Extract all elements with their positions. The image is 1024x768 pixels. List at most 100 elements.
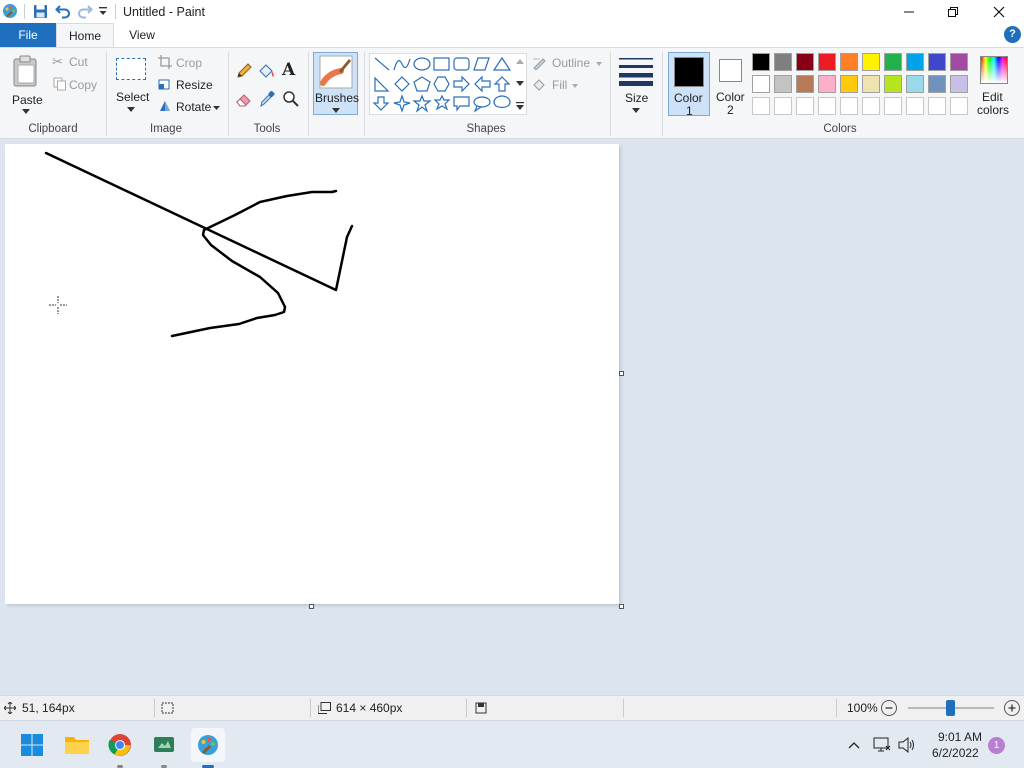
help-icon[interactable]: ? (1004, 26, 1021, 43)
palette-swatch[interactable] (884, 53, 902, 71)
plus-icon (1008, 704, 1016, 712)
edit-colors-label-line1: Edit (982, 90, 1003, 104)
resize-button[interactable]: Resize (157, 76, 213, 94)
resize-handle-right[interactable] (619, 371, 624, 376)
palette-swatch[interactable] (950, 53, 968, 71)
fill-button[interactable]: Fill (532, 76, 582, 94)
palette-swatch[interactable] (950, 75, 968, 93)
text-tool[interactable]: A (282, 60, 300, 80)
color2-button[interactable]: Color 2 (712, 52, 748, 117)
palette-swatch[interactable] (840, 75, 858, 93)
chevron-down-icon (213, 106, 220, 110)
palette-swatch[interactable] (774, 75, 792, 93)
minimize-button[interactable] (886, 0, 932, 23)
fill-tool[interactable] (258, 62, 276, 80)
palette-swatch[interactable] (752, 75, 770, 93)
cut-button[interactable]: ✂ Cut (52, 54, 96, 72)
eraser-tool[interactable] (235, 90, 253, 108)
clock-date[interactable]: 6/2/2022 (932, 746, 979, 760)
close-button[interactable] (976, 0, 1022, 23)
palette-swatch[interactable] (774, 97, 792, 115)
paste-button[interactable]: Paste (6, 51, 46, 117)
palette-swatch[interactable] (906, 53, 924, 71)
palette-swatch[interactable] (862, 53, 880, 71)
palette-swatch[interactable] (906, 97, 924, 115)
palette-swatch[interactable] (950, 97, 968, 115)
palette-swatch[interactable] (796, 75, 814, 93)
rotate-button[interactable]: Rotate (157, 98, 221, 116)
chrome-button[interactable] (103, 728, 137, 768)
resize-handle-bottom[interactable] (309, 604, 314, 609)
crop-button[interactable]: Crop (157, 54, 205, 72)
pencil-icon (237, 63, 252, 78)
palette-swatch[interactable] (840, 53, 858, 71)
maximize-button[interactable] (930, 0, 976, 23)
customize-quick-access-icon[interactable] (98, 5, 108, 17)
outline-button[interactable]: Outline (532, 54, 604, 72)
size-button[interactable]: Size (614, 52, 658, 116)
tab-file[interactable]: File (0, 23, 56, 47)
palette-swatch[interactable] (752, 97, 770, 115)
notification-badge[interactable]: 1 (988, 737, 1005, 754)
scroll-down-icon[interactable] (516, 81, 524, 86)
shapes-gallery[interactable] (369, 53, 527, 115)
palette-swatch[interactable] (862, 75, 880, 93)
start-button[interactable] (15, 728, 49, 762)
image-size-icon (318, 702, 331, 714)
copy-button[interactable]: Copy (52, 76, 100, 94)
brushes-button[interactable]: Brushes (313, 52, 359, 115)
pencil-tool[interactable] (235, 62, 253, 80)
palette-swatch[interactable] (928, 53, 946, 71)
clock-time[interactable]: 9:01 AM (938, 730, 982, 744)
volume-icon[interactable] (898, 737, 916, 753)
palette-swatch[interactable] (884, 75, 902, 93)
drawing-canvas[interactable] (5, 144, 619, 604)
palette-swatch[interactable] (774, 53, 792, 71)
palette-swatch[interactable] (818, 75, 836, 93)
paint-taskbar-button[interactable] (191, 728, 225, 768)
color-picker-tool[interactable] (258, 90, 276, 108)
divider (364, 52, 365, 136)
file-explorer-button[interactable] (60, 728, 94, 762)
color1-button[interactable]: Color 1 (668, 52, 710, 118)
redo-icon[interactable] (77, 3, 93, 19)
freehand-drawing (44, 151, 354, 338)
zoom-slider-thumb[interactable] (946, 700, 955, 716)
save-icon[interactable] (33, 4, 48, 19)
tab-home[interactable]: Home (56, 23, 114, 48)
palette-swatch[interactable] (928, 75, 946, 93)
palette-swatch[interactable] (796, 97, 814, 115)
palette-swatch[interactable] (884, 97, 902, 115)
select-button[interactable]: Select (112, 54, 150, 116)
crop-icon (158, 55, 172, 69)
brush-icon (319, 55, 353, 89)
divider (623, 699, 624, 717)
edit-colors-button[interactable]: Edit colors (974, 52, 1014, 118)
network-icon[interactable] (873, 737, 891, 753)
zoom-in-button[interactable] (1004, 700, 1020, 716)
palette-swatch[interactable] (818, 53, 836, 71)
zoom-out-button[interactable] (881, 700, 897, 716)
chevron-down-icon (127, 107, 135, 112)
tab-view[interactable]: View (114, 23, 170, 47)
palette-swatch[interactable] (796, 53, 814, 71)
palette-swatch[interactable] (752, 53, 770, 71)
magnifier-tool[interactable] (282, 90, 300, 108)
palette-swatch[interactable] (928, 97, 946, 115)
resize-handle-corner[interactable] (619, 604, 624, 609)
chevron-down-icon (572, 84, 578, 88)
size-label: Size (625, 91, 649, 105)
scroll-up-icon[interactable] (516, 59, 524, 64)
palette-swatch[interactable] (906, 75, 924, 93)
palette-swatch[interactable] (818, 97, 836, 115)
palette-swatch[interactable] (840, 97, 858, 115)
crop-label: Crop (176, 56, 203, 70)
chevron-up-icon[interactable] (848, 741, 860, 749)
palette-swatch[interactable] (862, 97, 880, 115)
tablet-app-icon (154, 737, 174, 752)
app-button[interactable] (147, 728, 181, 768)
fill-icon (533, 79, 545, 91)
undo-icon[interactable] (55, 3, 71, 19)
paint-app-icon[interactable] (2, 3, 18, 19)
expand-gallery-icon[interactable] (516, 102, 524, 110)
